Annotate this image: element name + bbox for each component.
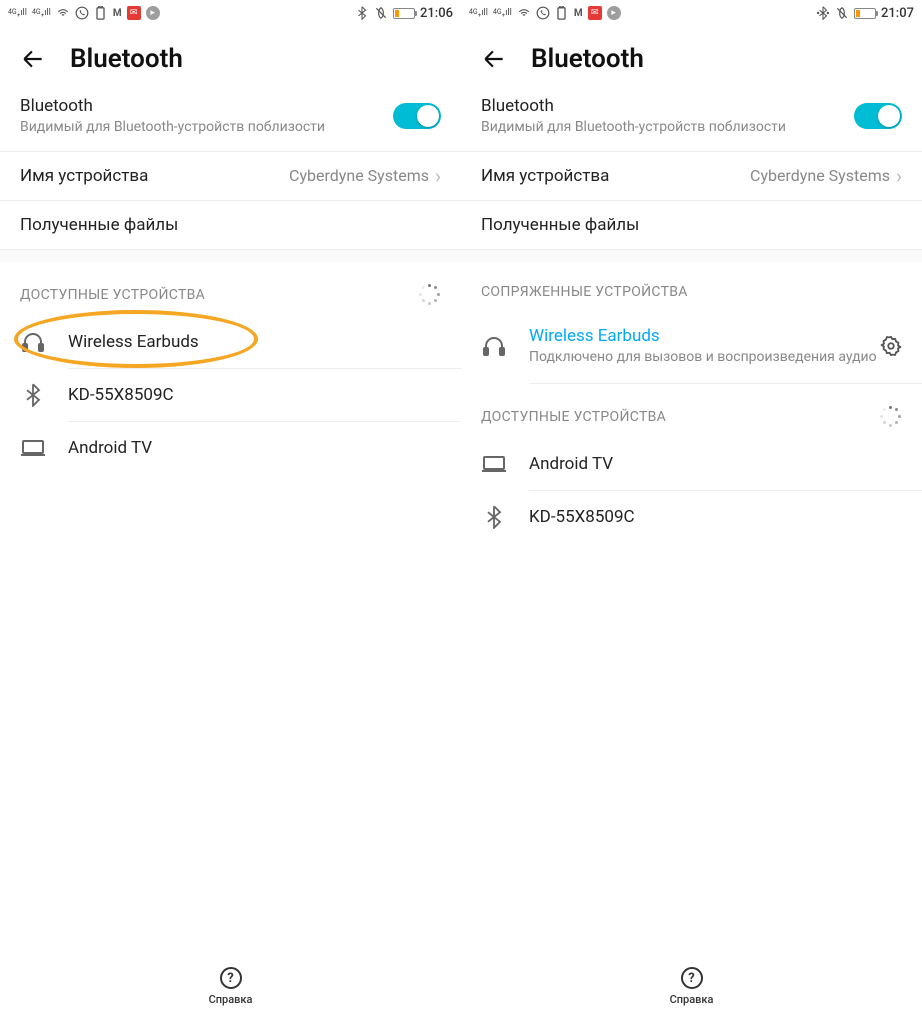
device-name: Android TV: [68, 438, 441, 458]
device-name: Wireless Earbuds: [529, 326, 880, 346]
available-devices-header: ДОСТУПНЫЕ УСТРОЙСТВА: [461, 384, 922, 438]
paired-device-wireless-earbuds[interactable]: Wireless Earbuds Подключено для вызовов …: [529, 310, 922, 384]
viber-icon: [536, 6, 550, 20]
device-row-android-tv[interactable]: Android TV: [68, 422, 461, 474]
device-name: KD-55X8509C: [529, 507, 902, 527]
device-name-label: Имя устройства: [481, 166, 750, 186]
signal-1-icon: 4G₊ıll: [469, 9, 488, 18]
device-name-value: Cyberdyne Systems: [289, 166, 429, 185]
bluetooth-connected-status-icon: [816, 6, 830, 20]
chevron-right-icon: ›: [435, 166, 441, 186]
available-caption: ДОСТУПНЫЕ УСТРОЙСТВА: [20, 287, 205, 303]
device-name-label: Имя устройства: [20, 166, 289, 186]
bluetooth-toggle[interactable]: [854, 103, 902, 129]
bluetooth-status-icon: [355, 6, 369, 20]
back-button[interactable]: [481, 46, 507, 72]
chevron-right-icon: ›: [896, 166, 902, 186]
battery-icon: [393, 8, 415, 19]
page-title: Bluetooth: [531, 44, 644, 74]
paired-devices-header: СОПРЯЖЕННЫЕ УСТРОЙСТВА: [461, 262, 922, 310]
device-name-value: Cyberdyne Systems: [750, 166, 890, 185]
bottom-bar: ? Справка: [0, 955, 461, 1024]
wifi-icon: [517, 6, 531, 20]
gmail-icon: M: [574, 8, 583, 19]
scanning-spinner-icon: [880, 406, 902, 428]
clock: 21:07: [881, 6, 914, 21]
headphones-icon: [481, 333, 507, 359]
received-files-label: Полученные файлы: [20, 215, 441, 235]
device-row-kd55[interactable]: KD-55X8509C: [68, 369, 461, 422]
play-icon: ▸: [146, 6, 160, 20]
play-icon: ▸: [607, 6, 621, 20]
signal-2-icon: 4G₊ıll: [493, 9, 512, 18]
battery-icon: [854, 8, 876, 19]
device-sub: Подключено для вызовов и воспроизведения…: [529, 348, 880, 367]
bottom-bar: ? Справка: [461, 955, 922, 1024]
help-label: Справка: [209, 993, 253, 1006]
device-name: KD-55X8509C: [68, 385, 441, 405]
bluetooth-toggle[interactable]: [393, 103, 441, 129]
received-files-row[interactable]: Полученные файлы: [461, 201, 922, 250]
bluetooth-label: Bluetooth: [481, 96, 854, 116]
device-name: Android TV: [529, 454, 902, 474]
status-bar: 4G₊ıll 4G₊ıll M ✉ ▸ 21:06: [0, 0, 461, 26]
paired-caption: СОПРЯЖЕННЫЕ УСТРОЙСТВА: [481, 284, 688, 300]
app-badge-icon: ✉: [588, 6, 602, 20]
device-row-wireless-earbuds[interactable]: Wireless Earbuds: [68, 316, 461, 369]
help-button[interactable]: ? Справка: [209, 967, 253, 1006]
device-settings-button[interactable]: [880, 335, 902, 357]
app-badge-icon: ✉: [127, 6, 141, 20]
available-caption: ДОСТУПНЫЕ УСТРОЙСТВА: [481, 409, 666, 425]
battery-small-icon: [555, 6, 569, 20]
signal-1-icon: 4G₊ıll: [8, 9, 27, 18]
help-icon: ?: [220, 967, 242, 989]
back-button[interactable]: [20, 46, 46, 72]
page-title: Bluetooth: [70, 44, 183, 74]
bluetooth-sub: Видимый для Bluetooth-устройств поблизос…: [20, 118, 393, 137]
battery-small-icon: [94, 6, 108, 20]
device-name: Wireless Earbuds: [68, 332, 441, 352]
bluetooth-icon: [20, 382, 46, 408]
laptop-icon: [20, 435, 46, 461]
section-gap: [461, 250, 922, 262]
scanning-spinner-icon: [419, 284, 441, 306]
bluetooth-label: Bluetooth: [20, 96, 393, 116]
help-label: Справка: [670, 993, 714, 1006]
mute-icon: [835, 6, 849, 20]
status-bar: 4G₊ıll 4G₊ıll M ✉ ▸ 21:07: [461, 0, 922, 26]
viber-icon: [75, 6, 89, 20]
help-button[interactable]: ? Справка: [670, 967, 714, 1006]
laptop-icon: [481, 451, 507, 477]
bluetooth-toggle-row[interactable]: Bluetooth Видимый для Bluetooth-устройст…: [0, 88, 461, 152]
device-name-row[interactable]: Имя устройства Cyberdyne Systems ›: [461, 152, 922, 201]
device-name-row[interactable]: Имя устройства Cyberdyne Systems ›: [0, 152, 461, 201]
wifi-icon: [56, 6, 70, 20]
header: Bluetooth: [461, 26, 922, 88]
mute-icon: [374, 6, 388, 20]
screenshot-right: 4G₊ıll 4G₊ıll M ✉ ▸ 21:07 Bluetooth Blue…: [461, 0, 922, 1024]
gmail-icon: M: [113, 8, 122, 19]
screenshot-left: 4G₊ıll 4G₊ıll M ✉ ▸ 21:06 Bluetooth Blue…: [0, 0, 461, 1024]
clock: 21:06: [420, 6, 453, 21]
device-row-android-tv[interactable]: Android TV: [529, 438, 922, 491]
header: Bluetooth: [0, 26, 461, 88]
bluetooth-toggle-row[interactable]: Bluetooth Видимый для Bluetooth-устройст…: [461, 88, 922, 152]
received-files-row[interactable]: Полученные файлы: [0, 201, 461, 250]
section-gap: [0, 250, 461, 262]
bluetooth-sub: Видимый для Bluetooth-устройств поблизос…: [481, 118, 854, 137]
available-devices-header: ДОСТУПНЫЕ УСТРОЙСТВА: [0, 262, 461, 316]
bluetooth-icon: [481, 504, 507, 530]
signal-2-icon: 4G₊ıll: [32, 9, 51, 18]
help-icon: ?: [681, 967, 703, 989]
device-row-kd55[interactable]: KD-55X8509C: [529, 491, 922, 543]
received-files-label: Полученные файлы: [481, 215, 902, 235]
headphones-icon: [20, 329, 46, 355]
